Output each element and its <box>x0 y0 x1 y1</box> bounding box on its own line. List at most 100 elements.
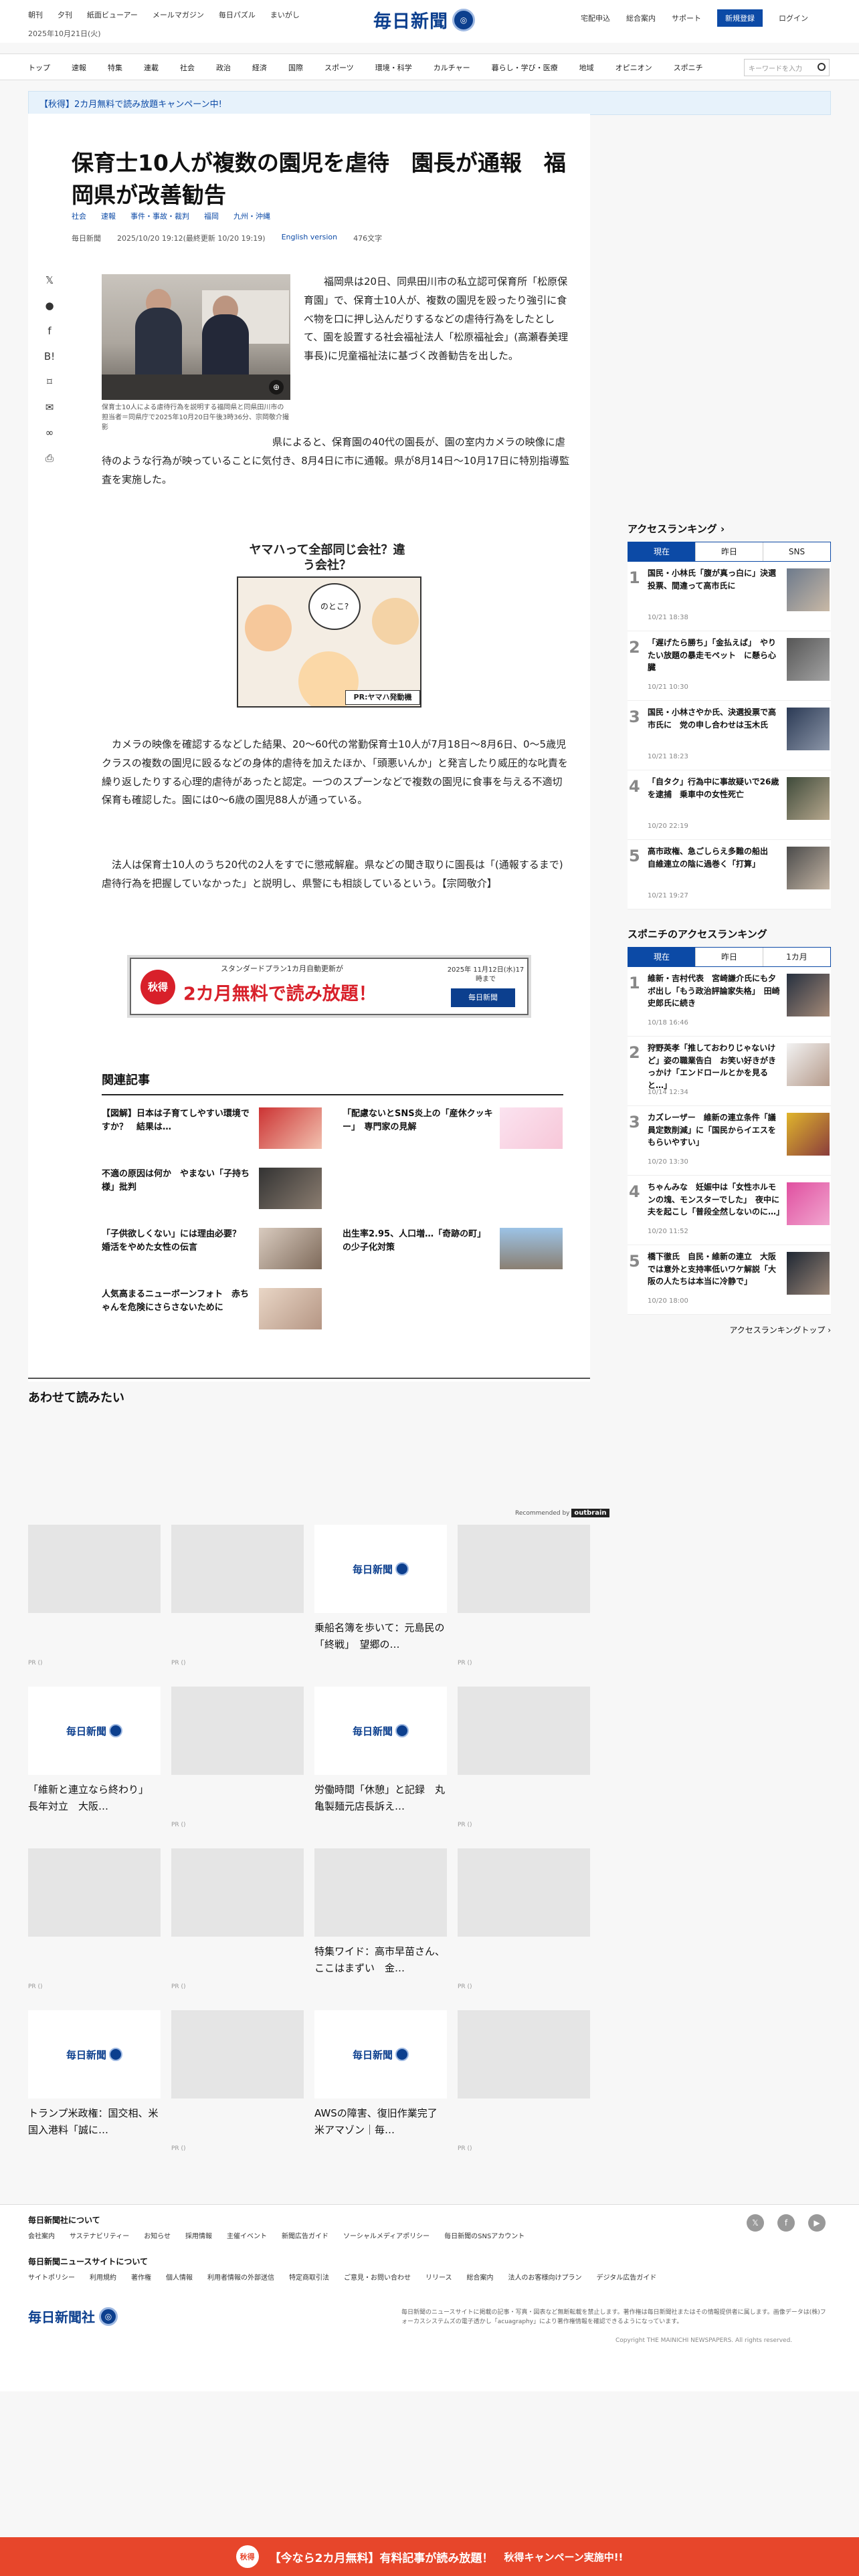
recommend-card[interactable]: PR () <box>458 1525 590 1667</box>
footer-link[interactable]: 毎日新聞のSNSアカウント <box>444 2230 524 2240</box>
nav-item[interactable]: トップ <box>28 62 50 73</box>
campaign-banner[interactable]: 【秋得】2カ月無料で読み放題キャンペーン中! <box>28 91 831 115</box>
related-item[interactable]: 【図解】日本は子育てしやすい環境ですか？ 結果は… <box>102 1105 322 1152</box>
recommend-card[interactable]: PR () <box>28 1525 161 1667</box>
footer-link[interactable]: ソーシャルメディアポリシー <box>343 2230 430 2240</box>
recommended-by[interactable]: Recommended by outbrain <box>515 1509 609 1517</box>
footer-link[interactable]: サイトポリシー <box>28 2272 75 2282</box>
link-viewer[interactable]: 紙面ビューアー <box>87 9 138 20</box>
youtube-icon[interactable]: ▶ <box>808 2214 826 2232</box>
ranking-item[interactable]: 1 国民・小林氏「腹が真っ白に」決選投票、間違って高市氏に 10/21 18:3… <box>628 562 831 631</box>
related-item[interactable]: 「子供欲しくない」には理由必要？ 婚活をやめた女性の伝言 <box>102 1225 322 1272</box>
nav-item[interactable]: スポニチ <box>674 62 703 73</box>
recommend-card[interactable]: 毎日新聞 「維新と連立なら終わり」 長年対立 大阪… <box>28 1687 161 1822</box>
tag-link[interactable]: 速報 <box>101 211 116 221</box>
recommend-card[interactable]: 毎日新聞 乗船名簿を歩いて：元島民の「終戦」 望郷の… <box>314 1525 447 1660</box>
tag-link[interactable]: 九州・沖縄 <box>233 211 270 221</box>
link-maiga[interactable]: まいがし <box>270 9 300 20</box>
nav-item[interactable]: 地域 <box>579 62 594 73</box>
recommend-card[interactable]: PR () <box>171 1848 304 1990</box>
sponichi-item[interactable]: 1 維新・吉村代表 宮崎謙介氏にも夕ボ出し「もう政治評論家失格」 田崎史郎氏に続… <box>628 967 831 1037</box>
bottom-campaign-banner[interactable]: 秋得 【今なら2カ月無料】有料記事が読み放題！ 秋得キャンペーン実施中!! <box>0 2537 859 2576</box>
search-icon[interactable] <box>818 63 826 71</box>
sponichi-item[interactable]: 5 橋下徹氏 自民・維新の連立 大阪では意外と支持率低いワケ解説「大阪の人たちは… <box>628 1245 831 1315</box>
nav-item[interactable]: 連載 <box>144 62 159 73</box>
recommend-card[interactable]: PR () <box>458 1848 590 1990</box>
recommend-card[interactable]: 特集ワイド：高市早苗さん、ここはまずい 金… <box>314 1848 447 1983</box>
link-puzzle[interactable]: 毎日パズル <box>219 9 256 20</box>
article-photo[interactable]: ⊕ <box>102 274 290 400</box>
campaign-ad[interactable]: 秋得 スタンダードプラン1カ月自動更新が 2カ月無料で読み放題！ 2025年 1… <box>130 958 529 1015</box>
tag-link[interactable]: 社会 <box>72 211 86 221</box>
tag-link[interactable]: 福岡 <box>204 211 219 221</box>
ranking-item[interactable]: 5 高市政権、急ごしらえ多難の船出 自維連立の陰に過巻く「打算」 10/21 1… <box>628 840 831 909</box>
related-item[interactable]: 人気高まるニューボーンフォト 赤ちゃんを危険にさらさないために <box>102 1285 322 1332</box>
facebook-icon[interactable]: f <box>777 2214 795 2232</box>
related-item[interactable]: 「配慮ないとSNS炎上の「産休クッキー」 専門家の見解 <box>343 1105 563 1152</box>
recommend-card[interactable]: PR () <box>28 1848 161 1990</box>
nav-item[interactable]: 暮らし・学び・医療 <box>492 62 558 73</box>
nav-item[interactable]: スポーツ <box>324 62 354 73</box>
tab-now[interactable]: 現在 <box>628 542 696 561</box>
recommend-card[interactable]: 毎日新聞 AWSの障害、復旧作業完了 米アマゾン｜毎… <box>314 2010 448 2145</box>
x-icon[interactable]: 𝕏 <box>747 2214 764 2232</box>
hatena-icon[interactable]: B! <box>43 350 56 362</box>
link-sogo[interactable]: 総合案内 <box>626 13 656 23</box>
site-logo[interactable]: 毎日新聞 ◎ <box>373 7 475 33</box>
link-copy-icon[interactable]: ∞ <box>43 427 56 439</box>
tab-now[interactable]: 現在 <box>628 948 696 966</box>
footer-link[interactable]: 総合案内 <box>467 2272 494 2282</box>
link-support[interactable]: サポート <box>672 13 701 23</box>
link-mail[interactable]: メールマガジン <box>153 9 204 20</box>
english-version-link[interactable]: English version <box>282 233 338 243</box>
link-chokan[interactable]: 朝刊 <box>28 9 43 20</box>
footer-link[interactable]: リリース <box>425 2272 452 2282</box>
footer-logo[interactable]: 毎日新聞社 ◎ <box>28 2306 118 2326</box>
tab-sns[interactable]: SNS <box>763 542 830 561</box>
recommend-card[interactable]: PR () <box>458 1687 590 1828</box>
recommend-card[interactable]: 毎日新聞 トランプ米政権：国交相、米国入港料「誠に… <box>28 2010 161 2145</box>
footer-link[interactable]: デジタル広告ガイド <box>597 2272 657 2282</box>
nav-item[interactable]: オピニオン <box>615 62 652 73</box>
tab-yesterday[interactable]: 昨日 <box>696 948 763 966</box>
sponichi-item[interactable]: 2 狩野英孝「推しておわりじゃないけど」姿の職業告白 お笑い好きがきっかけ「エン… <box>628 1037 831 1106</box>
x-share-icon[interactable]: 𝕏 <box>43 274 56 286</box>
ranking-item[interactable]: 4 「自タク」行為中に事故疑いで26歳を逮捕 乗車中の女性死亡 10/20 22… <box>628 770 831 840</box>
nav-item[interactable]: 特集 <box>108 62 122 73</box>
footer-link[interactable]: 個人情報 <box>166 2272 193 2282</box>
register-button[interactable]: 新規登録 <box>717 9 763 27</box>
sponichi-item[interactable]: 3 カズレーザー 維新の連立条件「議員定数削減」に「国民からイエスをもらいやすい… <box>628 1106 831 1176</box>
ad-title[interactable]: ヤマハって全部同じ会社？違う会社？ <box>244 543 411 573</box>
footer-link[interactable]: 主催イベント <box>227 2230 267 2240</box>
search-input[interactable]: キーワードを入力 <box>744 59 830 76</box>
nav-item[interactable]: 経済 <box>252 62 267 73</box>
nav-item[interactable]: 社会 <box>180 62 195 73</box>
related-item[interactable]: 出生率2.95、人口増…「奇跡の町」の少子化対策 <box>343 1225 563 1272</box>
related-item[interactable]: 不適の原因は何か やまない「子持ち様」批判 <box>102 1165 322 1212</box>
recommend-card[interactable]: PR () <box>171 1687 304 1828</box>
footer-link[interactable]: 法人のお客様向けプラン <box>508 2272 582 2282</box>
footer-link[interactable]: 著作権 <box>131 2272 151 2282</box>
footer-link[interactable]: 利用規約 <box>90 2272 116 2282</box>
recommend-card[interactable]: PR () <box>171 1525 304 1667</box>
tag-link[interactable]: 事件・事故・裁判 <box>130 211 189 221</box>
tab-month[interactable]: 1カ月 <box>763 948 830 966</box>
recommend-card[interactable]: 毎日新聞 労働時間「休憩」と記録 丸亀製麺元店長訴え… <box>314 1687 447 1822</box>
link-takuhai[interactable]: 宅配申込 <box>581 13 610 23</box>
footer-link[interactable]: ご意見・お問い合わせ <box>344 2272 411 2282</box>
footer-link[interactable]: お知らせ <box>144 2230 171 2240</box>
nav-item[interactable]: カルチャー <box>434 62 470 73</box>
print-icon[interactable]: ⎙ <box>43 452 56 464</box>
footer-link[interactable]: サステナビリティー <box>70 2230 129 2240</box>
facebook-icon[interactable]: f <box>43 325 56 337</box>
zoom-icon[interactable]: ⊕ <box>269 380 284 395</box>
bookmark-icon[interactable]: ⌑ <box>43 376 56 388</box>
nav-item[interactable]: 政治 <box>216 62 231 73</box>
footer-link[interactable]: 新聞広告ガイド <box>282 2230 328 2240</box>
footer-link[interactable]: 会社案内 <box>28 2230 55 2240</box>
ranking-more-link[interactable]: アクセスランキングトップ › <box>628 1324 831 1335</box>
nav-item[interactable]: 国際 <box>288 62 303 73</box>
ad-image[interactable]: のとこ? PR:ヤマハ発動機 <box>237 576 421 708</box>
login-link[interactable]: ログイン <box>779 13 808 23</box>
ranking-title[interactable]: アクセスランキング › <box>628 522 831 539</box>
